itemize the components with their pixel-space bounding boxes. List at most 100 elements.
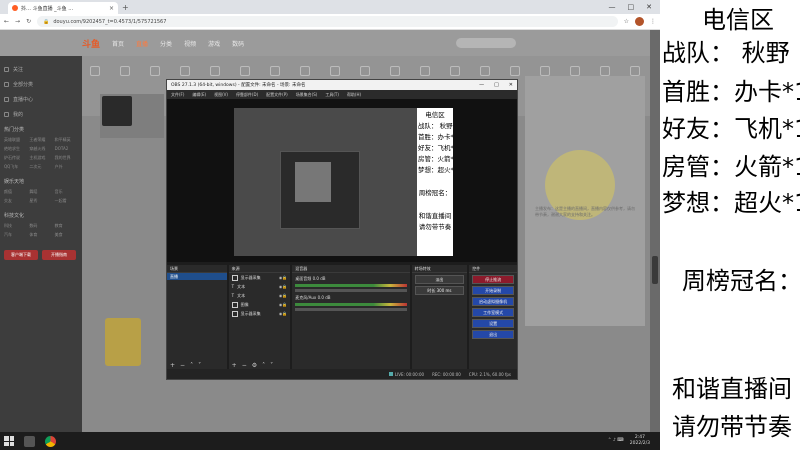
category-icon[interactable] [240,66,250,76]
sidebar-link[interactable]: 舞蹈 [29,189,52,195]
sidebar-link[interactable]: 星秀 [29,198,52,204]
sidebar-link[interactable]: 科技 [4,223,27,229]
sidebar-link[interactable]: 数码 [29,223,52,229]
add-source-icon[interactable]: + [232,362,237,369]
sidebar-item-live-center[interactable]: 直播中心 [4,92,78,107]
sidebar-item-follow[interactable]: 关注 [4,62,78,77]
visibility-icon[interactable]: ◉🔒 [279,275,290,280]
close-window-button[interactable]: ✕ [646,3,652,11]
menu-view[interactable]: 视图(V) [214,92,228,98]
move-up-icon[interactable]: ˄ [262,362,265,369]
nav-video[interactable]: 视频 [184,39,196,48]
nav-digital[interactable]: 数码 [232,39,244,48]
sidebar-link[interactable]: 和平精英 [55,137,78,143]
sidebar-link[interactable]: 户外 [55,164,78,170]
sidebar-link[interactable]: 二次元 [29,164,52,170]
category-icon[interactable] [120,66,130,76]
browser-tab[interactable]: 抖… 斗鱼直播 _斗鱼 … × [8,2,118,14]
sidebar-link[interactable]: 英雄联盟 [4,137,27,143]
sidebar-link[interactable]: 美食 [55,232,78,238]
category-icon[interactable] [210,66,220,76]
remove-scene-icon[interactable]: − [180,362,185,369]
sidebar-link[interactable]: 王者荣耀 [29,137,52,143]
category-icon[interactable] [330,66,340,76]
tray-icons[interactable]: ⌃ ♪ ⌨ [608,438,624,444]
minimize-button[interactable]: — [609,3,616,11]
visibility-icon[interactable]: ◉🔒 [279,284,290,289]
obs-maximize-button[interactable]: □ [494,82,499,88]
sidebar-link[interactable]: 汽车 [4,232,27,238]
obs-preview[interactable]: 电信区 战队： 秋野 首胜：办卡*1 好友：飞机*1 房管：火箭*1 梦想：超火… [167,99,517,262]
source-item[interactable]: 显示器采集 ◉🔒 [229,273,291,282]
category-icon[interactable] [480,66,490,76]
close-tab-icon[interactable]: × [109,5,114,12]
scrollbar-thumb[interactable] [652,256,658,284]
promo-banner[interactable] [105,318,141,366]
category-icon[interactable] [570,66,580,76]
menu-help[interactable]: 帮助(H) [347,92,361,98]
move-down-icon[interactable]: ˅ [198,362,201,369]
windows-start-icon[interactable] [4,436,14,446]
chrome-taskbar-icon[interactable] [45,435,56,447]
sidebar-link[interactable]: 绝地求生 [4,146,27,152]
sidebar-link[interactable]: QQ飞车 [4,164,27,170]
sidebar-link[interactable]: 炉石传说 [4,155,27,161]
nav-home[interactable]: 首页 [112,39,124,48]
obs-close-button[interactable]: ✕ [509,82,513,88]
category-icon[interactable] [180,66,190,76]
category-icon[interactable] [90,66,100,76]
move-up-icon[interactable]: ˄ [190,362,193,369]
sidebar-link[interactable]: 交友 [4,198,27,204]
visibility-icon[interactable]: ◉🔒 [279,302,290,307]
page-scrollbar[interactable] [650,30,660,432]
category-icon[interactable] [300,66,310,76]
visibility-icon[interactable]: ◉🔒 [279,311,290,316]
sidebar-link[interactable]: 我的世界 [55,155,78,161]
sidebar-link[interactable]: 体育 [29,232,52,238]
download-client-button[interactable]: 客户端下载 [4,250,38,260]
maximize-button[interactable]: □ [628,3,635,11]
stop-streaming-button[interactable]: 停止推流 [472,275,514,284]
source-item[interactable]: T 文本 ◉🔒 [229,282,291,291]
category-icon[interactable] [630,66,640,76]
sidebar-link[interactable]: 教育 [55,223,78,229]
source-item[interactable]: 显示器采集 ◉🔒 [229,309,291,318]
nav-category[interactable]: 分类 [160,39,172,48]
menu-tools[interactable]: 工具(T) [325,92,339,98]
sidebar-link[interactable]: 穿越火线 [29,146,52,152]
site-logo[interactable]: 斗鱼 [82,37,100,50]
category-icon[interactable] [390,66,400,76]
studio-mode-button[interactable]: 工作室模式 [472,308,514,317]
remove-source-icon[interactable]: − [242,362,247,369]
category-icon[interactable] [450,66,460,76]
transition-select[interactable]: 淡出 [414,275,465,284]
category-icon[interactable] [150,66,160,76]
sidebar-link[interactable]: 主机游戏 [29,155,52,161]
category-icon[interactable] [510,66,520,76]
sidebar-link[interactable]: 一起看 [55,198,78,204]
sidebar-link[interactable]: DOTA2 [55,146,78,152]
menu-scene-collection[interactable]: 场景集合(S) [296,92,318,98]
menu-edit[interactable]: 编辑(E) [192,92,206,98]
new-tab-button[interactable]: + [122,3,129,12]
sidebar-item-mine[interactable]: 我的 [4,107,78,122]
menu-docks[interactable]: 停靠部件(D) [236,92,258,98]
obs-minimize-button[interactable]: — [479,82,484,88]
menu-file[interactable]: 文件(F) [171,92,184,98]
category-icon[interactable] [420,66,430,76]
nav-live[interactable]: 直播 [136,39,148,48]
streamer-avatar[interactable] [102,96,132,126]
clock[interactable]: 2:47 2022/2/3 [630,435,650,447]
site-search-input[interactable] [456,38,517,48]
source-item[interactable]: T 文本 ◉🔒 [229,291,291,300]
category-icon[interactable] [360,66,370,76]
virtual-camera-button[interactable]: 启动虚拟摄像机 [472,297,514,306]
move-down-icon[interactable]: ˅ [270,362,273,369]
start-recording-button[interactable]: 开始录制 [472,286,514,295]
reload-icon[interactable]: ↻ [26,18,31,25]
add-scene-icon[interactable]: + [170,362,175,369]
forward-icon[interactable]: → [15,18,20,25]
source-item[interactable]: 图像 ◉🔒 [229,300,291,309]
category-icon[interactable] [540,66,550,76]
volume-slider[interactable] [295,289,407,292]
